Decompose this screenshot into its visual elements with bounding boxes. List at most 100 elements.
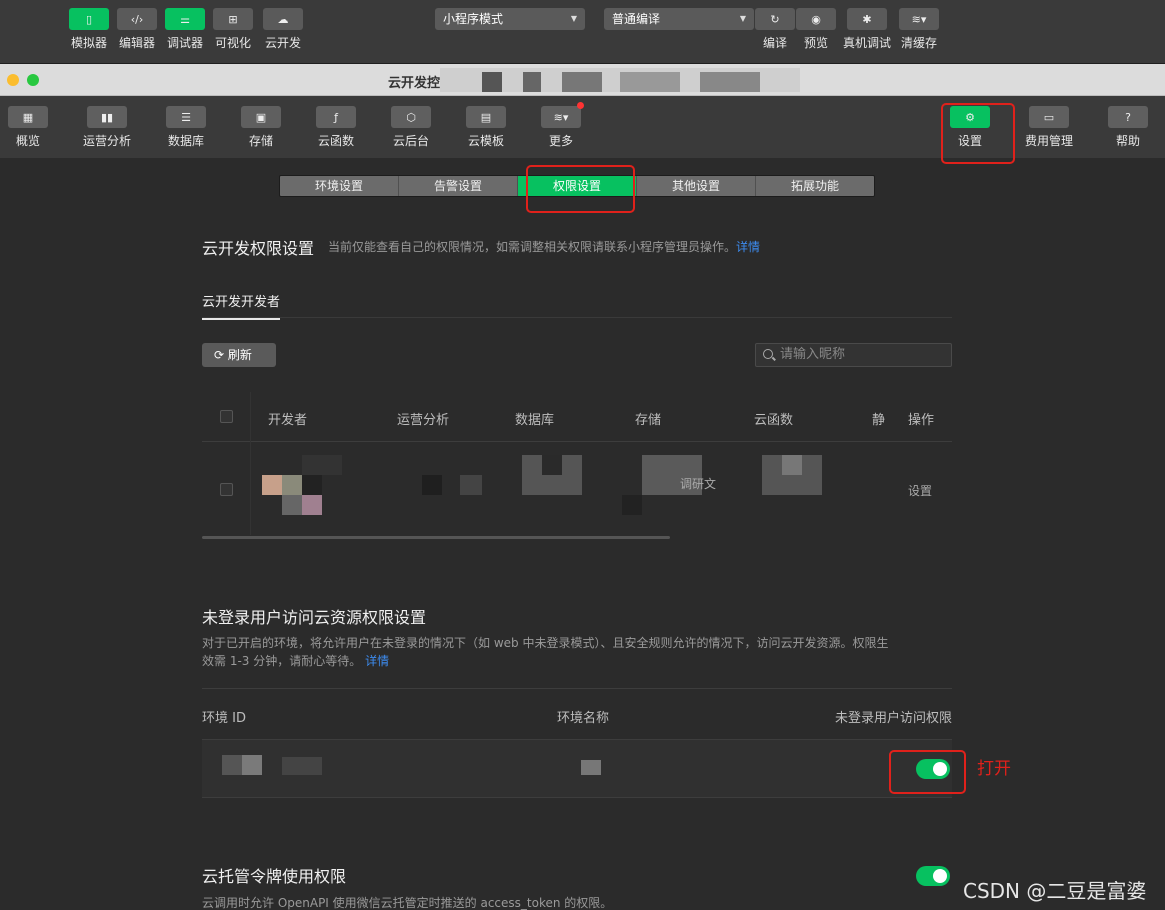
grid-icon: ▦ xyxy=(8,106,48,128)
nav-billing[interactable]: ▭ 费用管理 xyxy=(1019,106,1079,149)
row-settings-link[interactable]: 设置 xyxy=(908,482,932,499)
zoom-button[interactable] xyxy=(27,74,39,86)
redacted-mosaic xyxy=(222,755,242,775)
redacted-mosaic xyxy=(523,72,541,92)
nav-storage[interactable]: ▣ 存储 xyxy=(231,106,291,149)
save-icon: ▣ xyxy=(241,106,281,128)
clear-cache-button[interactable]: ≋▾ 清缓存 xyxy=(899,8,939,51)
redacted-mosaic xyxy=(482,72,502,92)
highlight-box-settings xyxy=(941,103,1015,164)
notification-dot xyxy=(577,102,584,109)
database-icon: ☰ xyxy=(166,106,206,128)
minimize-button[interactable] xyxy=(7,74,19,86)
permission-desc: 当前仅能查看自己的权限情况，如需调整相关权限请联系小程序管理员操作。详情 xyxy=(328,240,761,254)
env-table-row xyxy=(202,740,952,798)
watermark: CSDN @二豆是富婆 xyxy=(963,879,1147,903)
redacted-mosaic xyxy=(620,72,680,92)
eye-icon: ◉ xyxy=(796,8,836,30)
nav-database[interactable]: ☰ 数据库 xyxy=(156,106,216,149)
token-access-toggle[interactable] xyxy=(916,866,950,886)
window-titlebar: 云开发控制台 xyxy=(0,64,1165,96)
refresh-button[interactable]: ⟳ 刷新 xyxy=(202,343,276,367)
unauth-detail-link[interactable]: 详情 xyxy=(365,654,389,668)
remote-debug-button[interactable]: ✱ 真机调试 xyxy=(843,8,891,51)
highlight-box-permission-tab xyxy=(526,165,635,213)
nav-functions[interactable]: ƒ 云函数 xyxy=(306,106,366,149)
column-header: 环境名称 xyxy=(557,711,610,726)
highlight-box-toggle xyxy=(889,750,966,794)
chevron-down-icon: ▼ xyxy=(570,14,577,23)
annotation-open: 打开 xyxy=(977,759,1011,779)
redacted-mosaic xyxy=(422,475,442,495)
cell-text: 调研文 xyxy=(680,477,717,491)
chevron-down-icon: ▼ xyxy=(739,14,746,23)
cloud-dev-button[interactable]: ☁ 云开发 xyxy=(263,8,303,51)
tab-other-settings[interactable]: 其他设置 xyxy=(637,176,756,196)
nav-help[interactable]: ? 帮助 xyxy=(1098,106,1158,149)
nav-overview[interactable]: ▦ 概览 xyxy=(0,106,58,149)
nav-analytics[interactable]: ▮▮ 运营分析 xyxy=(77,106,137,149)
table-row: 调研文 设置 xyxy=(202,443,952,535)
layers-icon: ≋▾ xyxy=(541,102,584,128)
nav-templates[interactable]: ▤ 云模板 xyxy=(456,106,516,149)
template-icon: ▤ xyxy=(466,106,506,128)
compile-select[interactable]: 普通编译 ▼ xyxy=(604,8,754,30)
ide-toolbar: ▯ 模拟器 ‹/› 编辑器 ⚌ 调试器 ⊞ 可视化 ☁ 云开发 小程序模式 ▼ … xyxy=(0,0,1165,64)
refresh-icon: ⟳ xyxy=(214,348,225,362)
debugger-button[interactable]: ⚌ 调试器 xyxy=(165,8,205,51)
tab-cloud-developers[interactable]: 云开发开发者 xyxy=(202,291,281,320)
token-desc: 云调用时允许 OpenAPI 使用微信云托管定时推送的 access_token… xyxy=(202,896,613,910)
cloud-icon: ☁ xyxy=(263,8,303,30)
preview-button[interactable]: ◉ 预览 xyxy=(796,8,836,51)
tab-env-settings[interactable]: 环境设置 xyxy=(280,176,399,196)
column-header: 运营分析 xyxy=(397,413,450,428)
redacted-mosaic xyxy=(622,495,642,515)
cube-icon: ⬡ xyxy=(391,106,431,128)
unauth-desc: 对于已开启的环境，将允许用户在未登录的情况下（如 web 中未登录模式）、且安全… xyxy=(202,636,889,668)
tab-alert-settings[interactable]: 告警设置 xyxy=(399,176,518,196)
phone-icon: ▯ xyxy=(69,8,109,30)
column-header: 环境 ID xyxy=(202,711,246,726)
tab-underline xyxy=(202,317,952,318)
horizontal-scrollbar[interactable] xyxy=(202,536,670,539)
select-all-checkbox[interactable] xyxy=(220,410,233,423)
layout-icon: ⊞ xyxy=(213,8,253,30)
unauth-title: 未登录用户访问云资源权限设置 xyxy=(202,608,427,627)
layers-icon: ≋▾ xyxy=(899,8,939,30)
refresh-icon: ↻ xyxy=(755,8,795,30)
token-title: 云托管令牌使用权限 xyxy=(202,867,347,886)
sliders-icon: ⚌ xyxy=(165,8,205,30)
redacted-mosaic xyxy=(562,72,602,92)
redacted-avatar xyxy=(262,475,282,495)
column-header: 静 xyxy=(872,413,886,428)
nickname-search-input[interactable]: 请输入昵称 xyxy=(755,343,952,367)
function-icon: ƒ xyxy=(316,106,356,128)
editor-button[interactable]: ‹/› 编辑器 xyxy=(117,8,157,51)
help-icon: ? xyxy=(1108,106,1148,128)
redacted-mosaic xyxy=(282,475,302,495)
permission-title: 云开发权限设置 xyxy=(202,239,315,258)
redacted-mosaic xyxy=(460,475,482,495)
column-header: 数据库 xyxy=(515,413,555,428)
visual-button[interactable]: ⊞ 可视化 xyxy=(213,8,253,51)
redacted-mosaic xyxy=(282,757,322,775)
tab-extensions[interactable]: 拓展功能 xyxy=(756,176,874,196)
permission-detail-link[interactable]: 详情 xyxy=(736,240,760,254)
env-table-header: 环境 ID 环境名称 未登录用户访问权限 xyxy=(202,688,952,740)
redacted-mosaic xyxy=(282,495,302,515)
column-header: 存储 xyxy=(635,413,662,428)
simulator-button[interactable]: ▯ 模拟器 xyxy=(69,8,109,51)
developer-table-header: 开发者 运营分析 数据库 存储 云函数 静 操作 xyxy=(202,392,952,442)
column-header: 操作 xyxy=(908,413,935,428)
redacted-mosaic xyxy=(302,475,322,495)
mode-select[interactable]: 小程序模式 ▼ xyxy=(435,8,585,30)
row-checkbox[interactable] xyxy=(220,483,233,496)
column-header: 开发者 xyxy=(268,413,308,428)
column-header: 云函数 xyxy=(754,413,794,428)
redacted-mosaic xyxy=(302,495,322,515)
redacted-mosaic xyxy=(581,760,601,775)
nav-more[interactable]: ≋▾ 更多 xyxy=(531,102,591,149)
nav-backend[interactable]: ⬡ 云后台 xyxy=(381,106,441,149)
code-icon: ‹/› xyxy=(117,8,157,30)
billing-icon: ▭ xyxy=(1029,106,1069,128)
